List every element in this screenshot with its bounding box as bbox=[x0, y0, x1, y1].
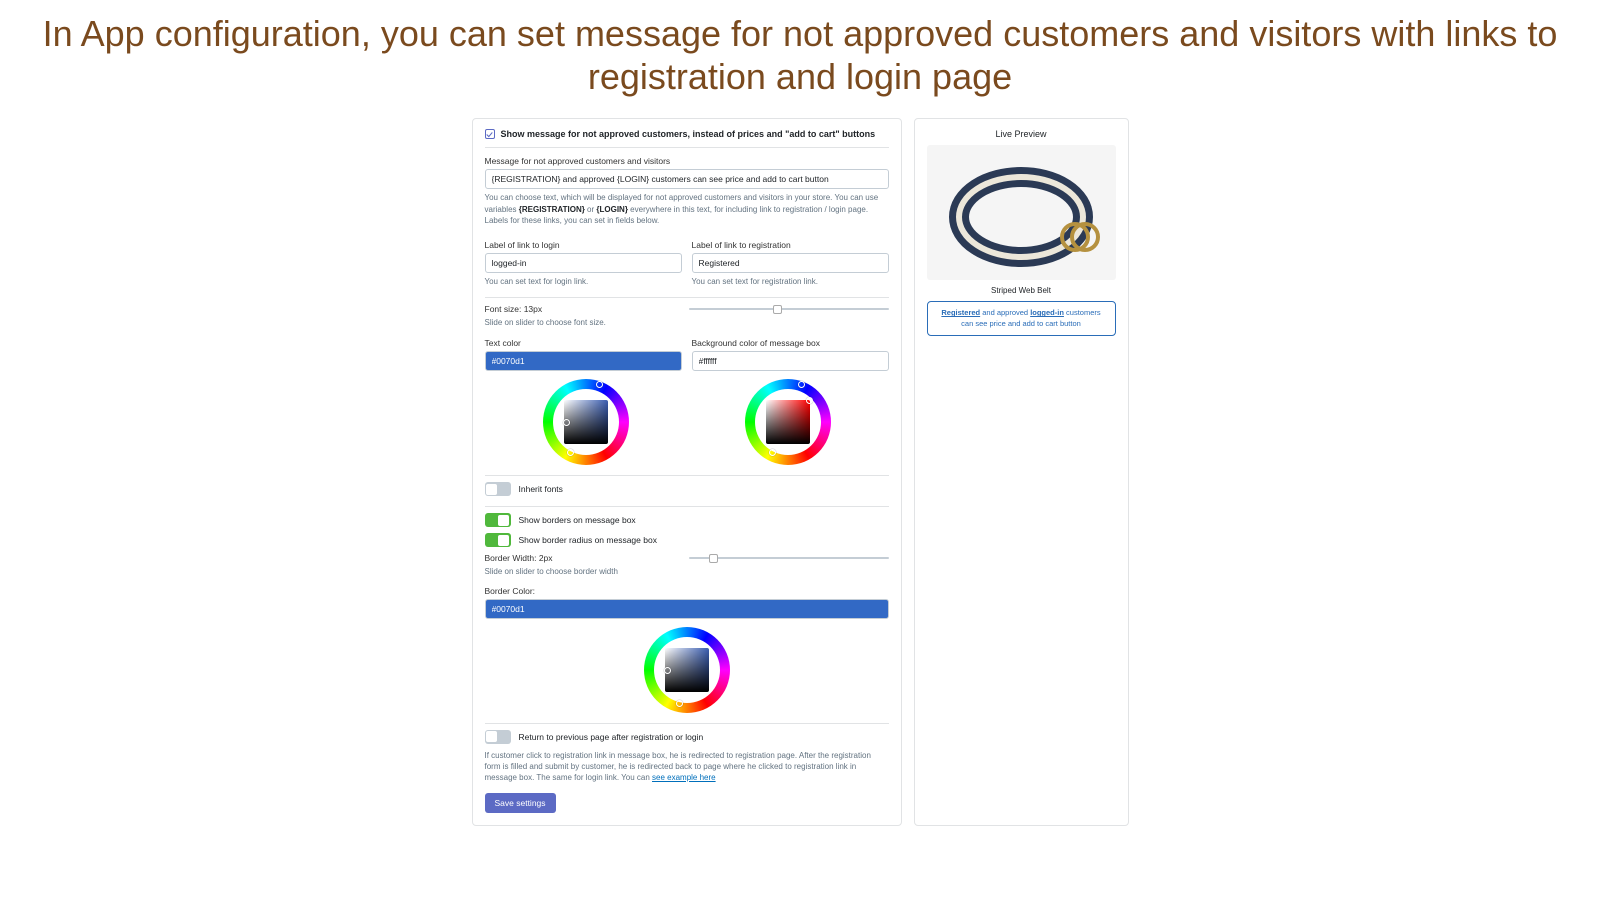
preview-title: Live Preview bbox=[927, 129, 1116, 139]
return-previous-help: If customer click to registration link i… bbox=[485, 750, 889, 784]
save-settings-button[interactable]: Save settings bbox=[485, 793, 556, 813]
border-width-label: Border Width: 2px bbox=[485, 553, 679, 563]
border-width-slider[interactable] bbox=[689, 553, 889, 563]
login-link-label: Label of link to login bbox=[485, 240, 682, 250]
show-border-radius-toggle[interactable] bbox=[485, 533, 511, 547]
text-color-label: Text color bbox=[485, 338, 682, 348]
preview-message-box: Registered and approved logged-in custom… bbox=[927, 301, 1116, 336]
preview-product-image bbox=[927, 145, 1116, 280]
border-width-help: Slide on slider to choose border width bbox=[485, 566, 679, 577]
text-color-input[interactable] bbox=[485, 351, 682, 371]
main-layout: Show message for not approved customers,… bbox=[0, 118, 1600, 846]
return-previous-toggle[interactable] bbox=[485, 730, 511, 744]
show-message-label: Show message for not approved customers,… bbox=[501, 129, 876, 139]
show-borders-toggle[interactable] bbox=[485, 513, 511, 527]
inherit-fonts-label: Inherit fonts bbox=[519, 484, 563, 494]
font-size-label: Font size: 13px bbox=[485, 304, 679, 314]
border-color-label: Border Color: bbox=[485, 586, 889, 596]
registration-link-help: You can set text for registration link. bbox=[692, 276, 889, 287]
preview-registration-link[interactable]: Registered bbox=[941, 308, 980, 317]
divider bbox=[485, 297, 889, 298]
message-field-label: Message for not approved customers and v… bbox=[485, 156, 889, 166]
text-color-picker[interactable] bbox=[543, 379, 629, 465]
page-heading: In App configuration, you can set messag… bbox=[0, 0, 1600, 118]
preview-product-name: Striped Web Belt bbox=[927, 286, 1116, 295]
live-preview-panel: Live Preview Striped Web Belt Registered… bbox=[914, 118, 1129, 826]
inherit-fonts-toggle[interactable] bbox=[485, 482, 511, 496]
show-border-radius-label: Show border radius on message box bbox=[519, 535, 657, 545]
bg-color-input[interactable] bbox=[692, 351, 889, 371]
login-link-help: You can set text for login link. bbox=[485, 276, 682, 287]
font-size-slider[interactable] bbox=[689, 304, 889, 314]
border-color-input[interactable] bbox=[485, 599, 889, 619]
return-previous-label: Return to previous page after registrati… bbox=[519, 732, 704, 742]
show-borders-label: Show borders on message box bbox=[519, 515, 636, 525]
bg-color-label: Background color of message box bbox=[692, 338, 889, 348]
see-example-link[interactable]: see example here bbox=[652, 773, 716, 782]
message-textarea[interactable] bbox=[485, 169, 889, 189]
font-size-help: Slide on slider to choose font size. bbox=[485, 317, 679, 328]
registration-link-input[interactable] bbox=[692, 253, 889, 273]
bg-color-picker[interactable] bbox=[745, 379, 831, 465]
login-link-input[interactable] bbox=[485, 253, 682, 273]
show-message-toggle-row: Show message for not approved customers,… bbox=[485, 129, 889, 148]
message-help: You can choose text, which will be displ… bbox=[485, 192, 889, 226]
show-message-checkbox[interactable] bbox=[485, 129, 495, 139]
belt-icon bbox=[931, 153, 1111, 273]
config-panel: Show message for not approved customers,… bbox=[472, 118, 902, 826]
check-icon bbox=[486, 131, 493, 138]
preview-login-link[interactable]: logged-in bbox=[1030, 308, 1064, 317]
border-color-picker[interactable] bbox=[644, 627, 730, 713]
registration-link-label: Label of link to registration bbox=[692, 240, 889, 250]
